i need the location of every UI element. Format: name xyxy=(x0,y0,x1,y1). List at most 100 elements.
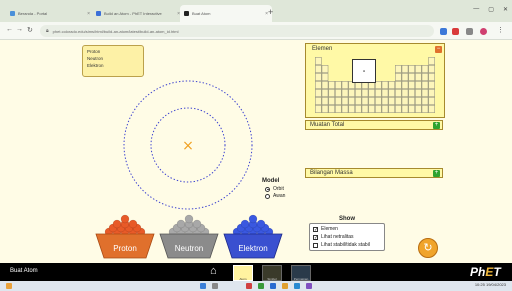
profile-avatar[interactable] xyxy=(480,28,487,35)
element-cell[interactable] xyxy=(415,89,422,97)
proton-particle[interactable] xyxy=(120,214,130,224)
search-icon[interactable] xyxy=(212,283,218,289)
element-cell[interactable] xyxy=(428,81,435,89)
element-cell[interactable] xyxy=(341,97,349,105)
element-cell[interactable] xyxy=(395,73,402,81)
electron-particle[interactable] xyxy=(256,219,266,229)
proton-particles[interactable] xyxy=(104,214,146,237)
weather-icon[interactable] xyxy=(6,283,12,289)
element-cell[interactable] xyxy=(428,89,435,97)
element-cell[interactable] xyxy=(408,89,415,97)
proton-particle[interactable] xyxy=(128,219,138,229)
close-window-icon[interactable]: ✕ xyxy=(503,6,508,13)
element-cell[interactable] xyxy=(375,97,382,105)
element-cell[interactable] xyxy=(408,81,415,89)
proton-bucket[interactable]: Proton xyxy=(94,212,156,262)
expand-mass-number-button[interactable]: + xyxy=(433,170,440,177)
element-cell[interactable] xyxy=(315,81,322,89)
element-cell[interactable] xyxy=(428,65,435,73)
element-cell[interactable] xyxy=(348,97,355,105)
address-bar[interactable]: 🔒︎ phet.colorado.edu/sims/html/build-an-… xyxy=(40,25,434,37)
screen-atom-button[interactable]: Atom xyxy=(233,265,253,281)
element-cell[interactable] xyxy=(388,105,395,113)
browser-tab-3-active[interactable]: Buat Atom × xyxy=(180,5,272,22)
neutron-particle[interactable] xyxy=(176,219,186,229)
reload-icon[interactable]: ↻ xyxy=(27,26,33,34)
app-icon[interactable] xyxy=(282,283,288,289)
element-cell[interactable] xyxy=(381,89,389,97)
element-cell[interactable] xyxy=(355,89,362,97)
collapse-button[interactable]: − xyxy=(435,46,442,53)
show-neutral-option[interactable]: ✓ Lihat netralitas xyxy=(313,233,381,241)
element-cell[interactable] xyxy=(315,65,322,73)
model-option-cloud[interactable]: Awan xyxy=(265,193,302,199)
element-cell[interactable] xyxy=(421,97,429,105)
element-cell[interactable] xyxy=(401,97,409,105)
phet-logo[interactable]: PhET xyxy=(470,265,501,279)
element-cell[interactable] xyxy=(395,97,402,105)
element-cell[interactable] xyxy=(395,65,402,73)
element-cell[interactable] xyxy=(315,105,322,113)
radio-selected[interactable] xyxy=(265,186,270,192)
element-cell[interactable] xyxy=(388,97,395,105)
element-cell[interactable] xyxy=(315,89,322,97)
element-cell[interactable] xyxy=(368,89,375,97)
element-cell[interactable] xyxy=(428,105,435,113)
electron-particle[interactable] xyxy=(240,219,250,229)
element-cell[interactable] xyxy=(355,105,362,113)
system-clock[interactable]: 10:25 19/04/2023 xyxy=(475,282,506,287)
element-cell[interactable] xyxy=(408,97,415,105)
element-cell[interactable] xyxy=(368,105,375,113)
element-cell[interactable] xyxy=(375,81,382,89)
element-cell[interactable] xyxy=(348,105,355,113)
element-cell[interactable] xyxy=(401,89,409,97)
checkbox-checked[interactable]: ✓ xyxy=(313,226,318,232)
element-cell[interactable] xyxy=(401,81,409,89)
element-cell[interactable] xyxy=(321,73,329,81)
element-cell[interactable] xyxy=(415,105,422,113)
element-cell[interactable] xyxy=(341,81,349,89)
extension-icon[interactable] xyxy=(466,28,473,35)
app-icon[interactable] xyxy=(306,283,312,289)
element-cell[interactable] xyxy=(381,81,389,89)
element-cell[interactable] xyxy=(388,81,395,89)
expand-net-charge-button[interactable]: + xyxy=(433,122,440,129)
element-cell[interactable] xyxy=(415,81,422,89)
electron-bucket[interactable]: Elektron xyxy=(222,212,284,262)
extension-icon[interactable] xyxy=(452,28,459,35)
element-cell[interactable] xyxy=(315,57,322,65)
element-cell[interactable] xyxy=(341,105,349,113)
element-cell[interactable] xyxy=(388,89,395,97)
element-cell[interactable] xyxy=(421,81,429,89)
element-cell[interactable] xyxy=(415,65,422,73)
element-cell[interactable] xyxy=(401,65,409,73)
element-cell[interactable] xyxy=(321,81,329,89)
neutron-particle[interactable] xyxy=(192,219,202,229)
element-cell[interactable] xyxy=(328,81,335,89)
element-cell[interactable] xyxy=(428,57,435,65)
new-tab-button[interactable]: + xyxy=(268,8,273,17)
app-icon[interactable] xyxy=(258,283,264,289)
mass-number-bar[interactable]: Bilangan Massa + xyxy=(305,168,443,178)
browser-tab-2[interactable]: Build an Atom - PhET Interactive × xyxy=(92,5,184,22)
element-cell[interactable] xyxy=(401,105,409,113)
electron-particles[interactable] xyxy=(232,214,274,237)
electron-particle[interactable] xyxy=(248,214,258,224)
model-option-orbit[interactable]: Orbit xyxy=(265,186,302,192)
element-cell[interactable] xyxy=(421,89,429,97)
reset-all-button[interactable]: ↻ xyxy=(418,238,438,258)
element-cell[interactable] xyxy=(408,105,415,113)
forward-arrow-icon[interactable]: → xyxy=(16,26,23,33)
element-cell[interactable] xyxy=(415,97,422,105)
element-cell[interactable] xyxy=(321,97,329,105)
element-cell[interactable] xyxy=(421,73,429,81)
element-cell[interactable] xyxy=(428,97,435,105)
element-cell[interactable] xyxy=(361,89,369,97)
element-cell[interactable] xyxy=(408,65,415,73)
element-cell[interactable] xyxy=(321,89,329,97)
element-cell[interactable] xyxy=(335,105,342,113)
checkbox-unchecked[interactable] xyxy=(313,242,318,248)
net-charge-bar[interactable]: Muatan Total + xyxy=(305,120,443,130)
element-cell[interactable] xyxy=(321,105,329,113)
element-cell[interactable] xyxy=(368,97,375,105)
